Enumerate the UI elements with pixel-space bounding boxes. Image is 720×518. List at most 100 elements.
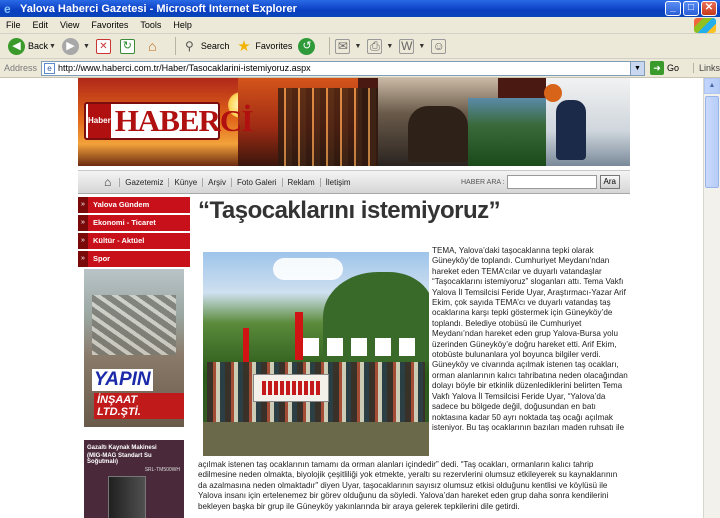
- go-button[interactable]: ➜ Go: [649, 61, 679, 75]
- maximize-button[interactable]: □: [683, 1, 699, 16]
- messenger-button[interactable]: ☺: [431, 38, 449, 54]
- photo-protest-banner: [253, 374, 329, 402]
- ad2-model: SRL-TM500WH: [144, 467, 180, 473]
- wrestlers-photo: [408, 106, 468, 162]
- print-button[interactable]: ⎙ ▼: [367, 38, 393, 54]
- mail-button[interactable]: ✉ ▼: [335, 38, 361, 54]
- messenger-icon: ☺: [431, 38, 447, 54]
- address-dropdown-icon[interactable]: ▼: [629, 61, 644, 75]
- construction-pipes-photo: [92, 295, 176, 355]
- stop-button[interactable]: ✕: [95, 38, 114, 54]
- ad2-title: Gazaltı Kaynak Makinesi: [87, 445, 157, 451]
- back-button[interactable]: ◀ Back ▼: [8, 37, 56, 55]
- mail-dropdown-icon[interactable]: ▼: [354, 43, 361, 50]
- scroll-up-icon[interactable]: ▲: [704, 78, 720, 94]
- home-nav-icon[interactable]: ⌂: [104, 175, 111, 189]
- home-button[interactable]: ⌂: [144, 38, 164, 55]
- article-body-full: açılmak istenen taş ocaklarının tamamı d…: [198, 460, 618, 511]
- forward-dropdown-icon[interactable]: ▼: [83, 43, 90, 50]
- toolbar-separator: [174, 37, 176, 55]
- article: “Taşocaklarını istemiyoruz” TEMA, Yalova…: [198, 197, 628, 511]
- search-icon: ⚲: [184, 38, 194, 53]
- nav-gazetemiz[interactable]: Gazetemiz: [119, 177, 168, 187]
- back-dropdown-icon[interactable]: ▼: [49, 43, 56, 50]
- history-button[interactable]: ↺: [298, 37, 318, 55]
- site-search-button[interactable]: Ara: [599, 175, 620, 189]
- window-controls: _ □ ✕: [665, 1, 717, 16]
- category-label: Yalova Gündem: [88, 197, 190, 213]
- favorites-button[interactable]: ★ Favorites: [235, 38, 292, 55]
- article-headline: “Taşocaklarını istemiyoruz”: [198, 197, 501, 224]
- back-label: Back: [28, 41, 49, 51]
- site-navbar: ⌂ Gazetemiz Künye Arşiv Foto Galeri Rekl…: [78, 170, 630, 194]
- vertical-scrollbar[interactable]: ▲: [703, 78, 720, 518]
- search-button[interactable]: ⚲ Search: [181, 38, 230, 55]
- print-dropdown-icon[interactable]: ▼: [386, 43, 393, 50]
- logo-text: HABERCİ: [114, 103, 254, 138]
- basketball-player-image: [556, 100, 586, 160]
- forward-arrow-icon: ▶: [61, 37, 79, 55]
- close-button[interactable]: ✕: [701, 1, 717, 16]
- menu-edit[interactable]: Edit: [33, 20, 49, 30]
- chevron-right-icon: »: [78, 233, 88, 249]
- menu-tools[interactable]: Tools: [140, 20, 161, 30]
- minimize-button[interactable]: _: [665, 1, 681, 16]
- toolbar-separator: [329, 37, 331, 55]
- menu-bar: File Edit View Favorites Tools Help: [0, 17, 720, 34]
- refresh-button[interactable]: ↻: [119, 38, 138, 54]
- welding-machine-ad[interactable]: Gazaltı Kaynak Makinesi (MIG-MAG Standar…: [84, 440, 184, 518]
- history-icon: ↺: [298, 37, 316, 55]
- links-button[interactable]: Links: [692, 63, 720, 73]
- browser-viewport: Haber HABERCİ ⌂ Gazetemiz Künye Arşiv Fo…: [0, 78, 720, 518]
- logo-h-mark: Haber: [88, 104, 111, 138]
- print-icon: ⎙: [367, 38, 383, 54]
- yapin-ad-banner[interactable]: YAPIN İNŞAAT LTD.ŞTİ.: [84, 269, 184, 427]
- windows-logo-icon: [694, 18, 716, 33]
- ad2-subtitle: (MIG-MAG Standart Su Soğutmalı): [87, 453, 152, 465]
- article-photo[interactable]: [203, 252, 429, 456]
- menu-view[interactable]: View: [60, 20, 79, 30]
- search-label: Search: [200, 41, 230, 51]
- site-search: HABER ARA : Ara: [461, 175, 620, 189]
- star-icon: ★: [237, 37, 251, 55]
- ad-subtitle: İNŞAAT LTD.ŞTİ.: [94, 393, 184, 419]
- address-bar: Address e http://www.haberci.com.tr/Habe…: [0, 59, 720, 78]
- mail-icon: ✉: [335, 38, 351, 54]
- menu-help[interactable]: Help: [173, 20, 192, 30]
- chevron-right-icon: »: [78, 251, 88, 267]
- category-ekonomi-ticaret[interactable]: » Ekonomi - Ticaret: [78, 215, 190, 231]
- back-arrow-icon: ◀: [8, 37, 25, 55]
- category-kultur-aktuel[interactable]: » Kültür - Aktüel: [78, 233, 190, 249]
- article-body-right: TEMA, Yalova’daki taşocaklarına tepki ol…: [432, 246, 628, 432]
- photo-cloud: [273, 258, 343, 280]
- welding-machine-image: [108, 476, 146, 518]
- address-url[interactable]: http://www.haberci.com.tr/Haber/Tasocakl…: [58, 63, 311, 73]
- category-label: Kültür - Aktüel: [88, 233, 190, 249]
- nav-arsiv[interactable]: Arşiv: [202, 177, 231, 187]
- ad-brand: YAPIN: [92, 369, 153, 391]
- menu-file[interactable]: File: [6, 20, 21, 30]
- city-night-photo: [278, 88, 388, 166]
- go-label: Go: [666, 63, 679, 73]
- category-spor[interactable]: » Spor: [78, 251, 190, 267]
- favorites-label: Favorites: [255, 41, 293, 51]
- sidebar: » Yalova Gündem » Ekonomi - Ticaret » Kü…: [78, 197, 190, 518]
- nav-reklam[interactable]: Reklam: [281, 177, 320, 187]
- site-logo[interactable]: Haber HABERCİ: [84, 102, 253, 140]
- menu-favorites[interactable]: Favorites: [91, 20, 128, 30]
- edit-dropdown-icon[interactable]: ▼: [418, 43, 425, 50]
- forward-button[interactable]: ▶ ▼: [61, 37, 90, 55]
- category-yalova-gundem[interactable]: » Yalova Gündem: [78, 197, 190, 213]
- site-search-input[interactable]: [506, 175, 597, 189]
- nav-kunye[interactable]: Künye: [168, 177, 202, 187]
- scrollbar-thumb[interactable]: [705, 96, 719, 188]
- basketball-image: [544, 84, 562, 102]
- address-input[interactable]: e http://www.haberci.com.tr/Haber/Tasoca…: [41, 60, 645, 76]
- nav-iletisim[interactable]: İletişim: [319, 177, 356, 187]
- nav-foto-galeri[interactable]: Foto Galeri: [230, 177, 282, 187]
- window-title: Yalova Haberci Gazetesi - Microsoft Inte…: [20, 2, 297, 15]
- window-titlebar: e Yalova Haberci Gazetesi - Microsoft In…: [0, 0, 720, 17]
- page-icon: e: [44, 62, 56, 74]
- edit-button[interactable]: W ▼: [399, 38, 425, 54]
- go-arrow-icon: ➜: [649, 61, 664, 75]
